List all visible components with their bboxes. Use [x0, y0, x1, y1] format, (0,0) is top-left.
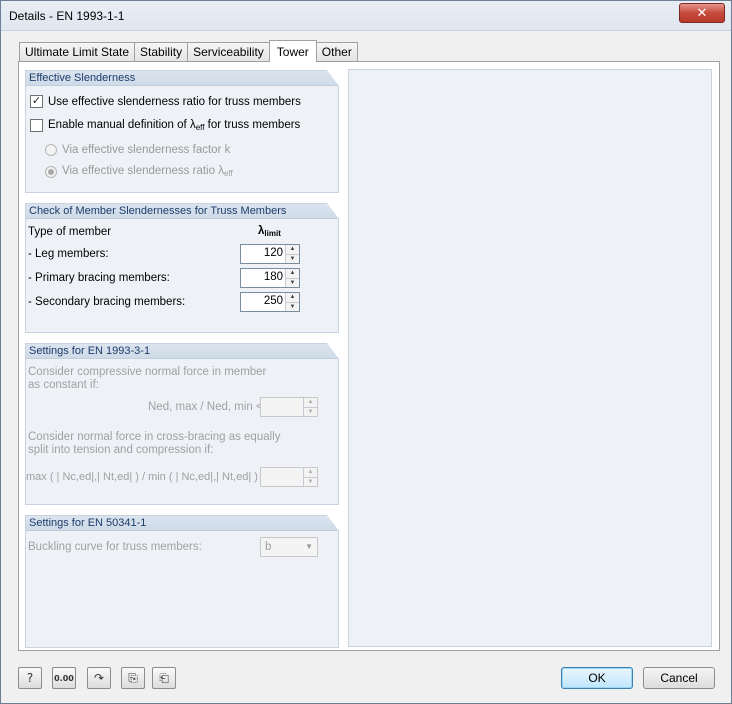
- export-button[interactable]: ⎘: [121, 667, 145, 689]
- spinner-arrows[interactable]: ▲ ▼: [303, 398, 317, 416]
- spinner-arrows[interactable]: ▲ ▼: [285, 293, 299, 311]
- help-icon: ?: [26, 671, 34, 685]
- details-dialog: Details - EN 1993-1-1 ✕ Ultimate Limit S…: [0, 0, 732, 704]
- checkbox-label: Enable manual definition of λeff for tru…: [48, 119, 301, 132]
- leg-members-input[interactable]: 120 ▲ ▼: [240, 244, 300, 264]
- chevron-down-icon: ▼: [305, 542, 313, 551]
- ok-button[interactable]: OK: [561, 667, 633, 689]
- tab-other[interactable]: Other: [315, 42, 358, 61]
- primary-bracing-label: - Primary bracing members:: [28, 272, 170, 284]
- radio-slenderness-factor-row[interactable]: Via effective slenderness factor k: [45, 144, 230, 156]
- effective-slenderness-group: Effective Slenderness ✓ Use effective sl…: [25, 70, 339, 193]
- group-header: Effective Slenderness: [26, 70, 339, 86]
- radio-slenderness-factor[interactable]: [45, 144, 57, 156]
- help-button[interactable]: ?: [18, 667, 42, 689]
- lambda-limit-header: λlimit: [258, 225, 281, 238]
- manual-definition-checkbox[interactable]: [30, 119, 43, 132]
- checkbox-label: Use effective slenderness ratio for trus…: [48, 95, 301, 108]
- spinner-arrows[interactable]: ▲ ▼: [303, 468, 317, 486]
- tab-tower[interactable]: Tower: [268, 40, 317, 62]
- cross-bracing-text: Consider normal force in cross-bracing a…: [28, 431, 281, 456]
- radio-slenderness-ratio-row[interactable]: Via effective slenderness ratio λeff: [45, 165, 233, 178]
- use-effective-slenderness-checkbox[interactable]: ✓: [30, 95, 43, 108]
- member-slenderness-group: Check of Member Slendernesses for Truss …: [25, 203, 339, 333]
- decimal-places-icon: 0.00: [54, 673, 74, 683]
- import-button[interactable]: ⎗: [152, 667, 176, 689]
- buckling-curve-select[interactable]: b ▼: [260, 537, 318, 557]
- spinner-arrows[interactable]: ▲ ▼: [285, 269, 299, 287]
- radio-label: Via effective slenderness factor k: [62, 144, 231, 156]
- cancel-button[interactable]: Cancel: [643, 667, 715, 689]
- use-effective-slenderness-row[interactable]: ✓ Use effective slenderness ratio for tr…: [30, 95, 301, 108]
- n-ratio-input[interactable]: ▲ ▼: [260, 467, 318, 487]
- radio-slenderness-ratio[interactable]: [45, 165, 57, 178]
- ned-ratio-label: Ned, max / Ned, min <: [148, 401, 263, 413]
- title-bar: Details - EN 1993-1-1 ✕: [1, 1, 731, 31]
- tab-stability[interactable]: Stability: [134, 42, 189, 61]
- manual-definition-row[interactable]: Enable manual definition of λeff for tru…: [30, 119, 300, 132]
- tab-bar: Ultimate Limit State Stability Serviceab…: [19, 40, 358, 62]
- leg-members-label: - Leg members:: [28, 248, 109, 260]
- n-ratio-label: max ( | Nc,ed|,| Nt,ed| ) / min ( | Nc,e…: [26, 471, 268, 483]
- import-icon: ⎗: [159, 670, 169, 685]
- primary-bracing-input[interactable]: 180 ▲ ▼: [240, 268, 300, 288]
- tower-tab-panel: Effective Slenderness ✓ Use effective sl…: [18, 61, 720, 651]
- secondary-bracing-input[interactable]: 250 ▲ ▼: [240, 292, 300, 312]
- export-icon: ⎘: [128, 670, 138, 685]
- decimal-places-button[interactable]: 0.00: [52, 667, 76, 689]
- reset-button[interactable]: ↷: [87, 667, 111, 689]
- tab-ultimate-limit-state[interactable]: Ultimate Limit State: [19, 42, 136, 61]
- reset-icon: ↷: [93, 671, 105, 685]
- spinner-arrows[interactable]: ▲ ▼: [285, 245, 299, 263]
- close-icon: ✕: [696, 5, 708, 21]
- close-button[interactable]: ✕: [679, 3, 725, 23]
- buckling-curve-label: Buckling curve for truss members:: [28, 541, 202, 553]
- radio-label: Via effective slenderness ratio λeff: [62, 165, 233, 178]
- group-header: Settings for EN 1993-3-1: [26, 343, 339, 359]
- window-title: Details - EN 1993-1-1: [9, 9, 125, 23]
- tab-serviceability[interactable]: Serviceability: [187, 42, 270, 61]
- settings-en1993-3-1-group: Settings for EN 1993-3-1 Consider compre…: [25, 343, 339, 505]
- constant-force-text: Consider compressive normal force in mem…: [28, 366, 267, 391]
- group-header: Settings for EN 50341-1: [26, 515, 339, 531]
- preview-area: [348, 69, 712, 647]
- secondary-bracing-label: - Secondary bracing members:: [28, 296, 186, 308]
- group-header: Check of Member Slendernesses for Truss …: [26, 203, 339, 219]
- type-of-member-header: Type of member: [28, 226, 112, 238]
- ned-ratio-input[interactable]: ▲ ▼: [260, 397, 318, 417]
- settings-en50341-1-group: Settings for EN 50341-1 Buckling curve f…: [25, 515, 339, 648]
